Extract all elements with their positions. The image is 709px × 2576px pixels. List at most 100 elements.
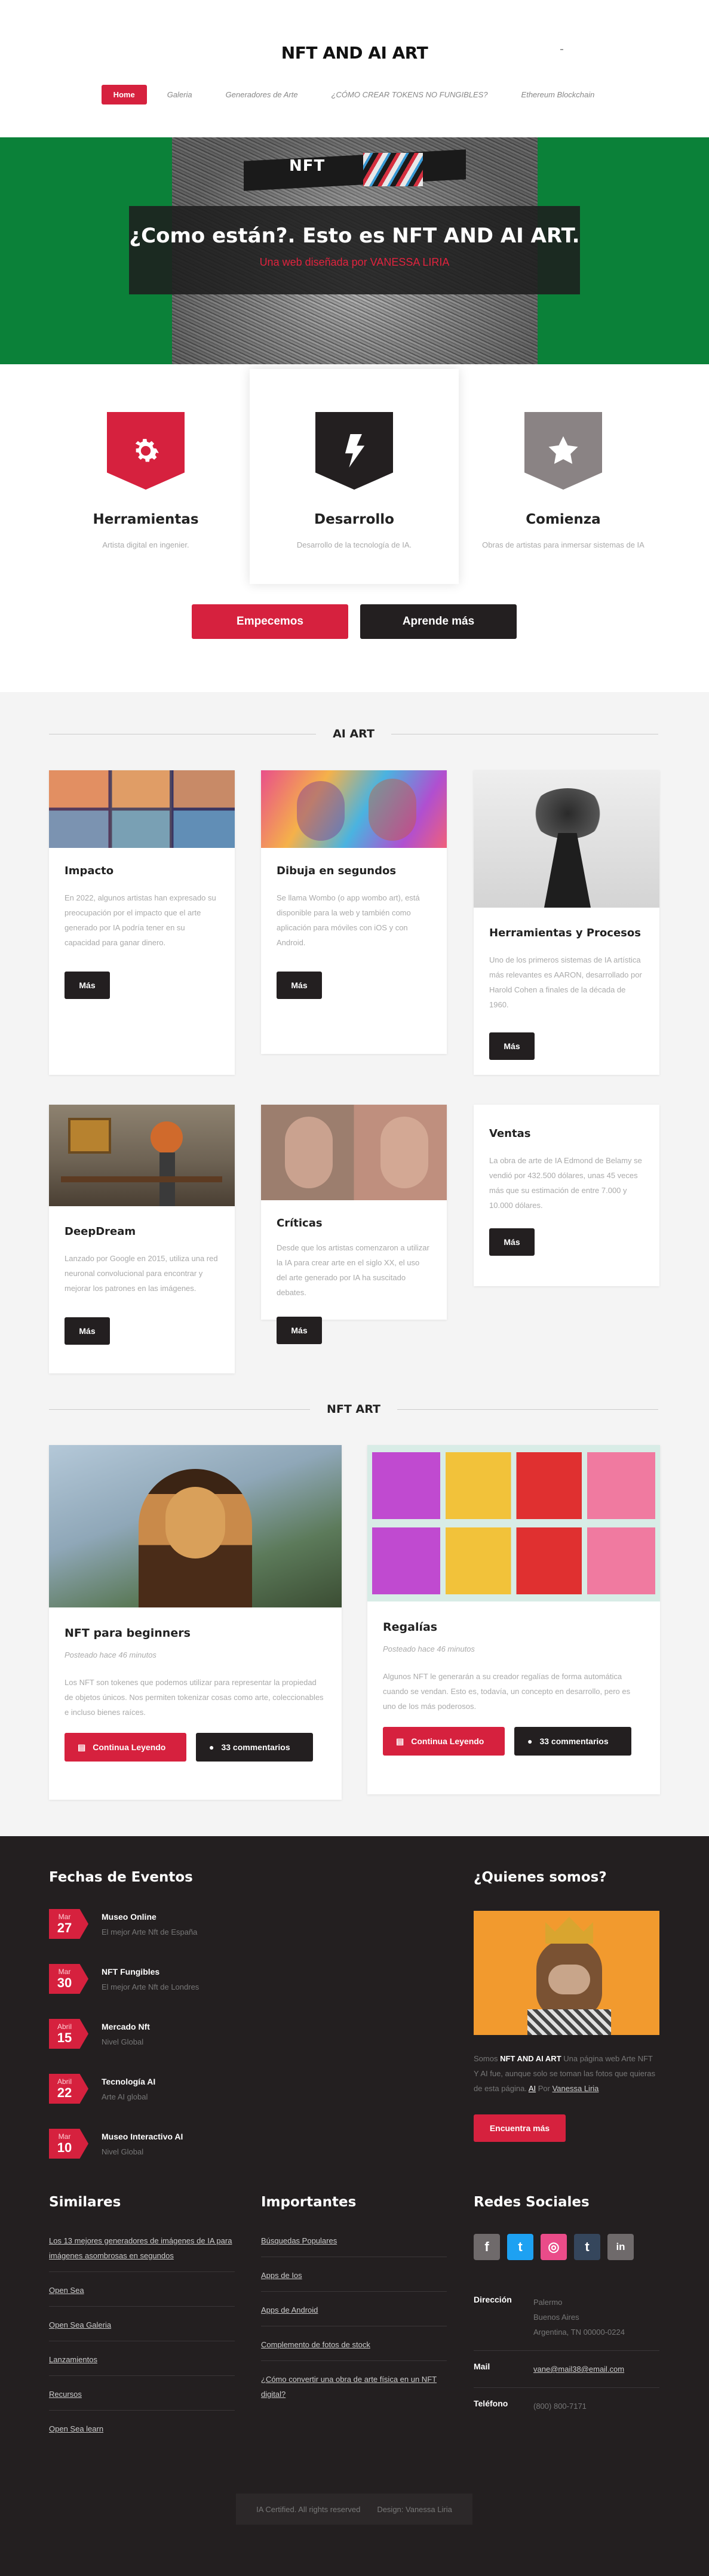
event-subtitle: Nivel Global [102, 2037, 144, 2046]
event-subtitle: Nivel Global [102, 2147, 144, 2156]
divider [49, 1409, 311, 1410]
similar-link[interactable]: Open Sea learn [49, 2421, 235, 2445]
card-title: DeepDream [65, 1225, 136, 1238]
contact-label: Dirección [474, 2295, 512, 2304]
document-icon: ▤ [78, 1742, 86, 1752]
event-title: NFT Fungibles [102, 1966, 160, 1976]
event-subtitle: El mejor Arte Nft de España [102, 1927, 198, 1936]
event-item[interactable]: Mar 10 Museo Interactivo AI Nivel Global [49, 2129, 199, 2159]
similar-link[interactable]: Lanzamientos [49, 2352, 235, 2376]
linkedin-icon[interactable]: in [607, 2234, 634, 2260]
find-more-button[interactable]: Encuentra más [474, 2114, 566, 2142]
similar-link[interactable]: Recursos [49, 2387, 235, 2411]
important-link[interactable]: Complemento de fotos de stock [261, 2337, 447, 2361]
comments-label: 33 commentarios [539, 1736, 609, 1746]
similar-link[interactable]: Open Sea Galeria [49, 2317, 235, 2341]
card-deepdream: DeepDream Lanzado por Google en 2015, ut… [49, 1105, 235, 1373]
nav-generadores[interactable]: Generadores de Arte [213, 85, 311, 104]
event-item[interactable]: Mar 27 Museo Online El mejor Arte Nft de E… [49, 1909, 199, 1939]
event-title: Tecnología AI [102, 2076, 156, 2086]
feature-title: Comienza [526, 512, 601, 527]
event-month: Abril [57, 2022, 72, 2031]
important-link[interactable]: Apps de Ios [261, 2268, 447, 2292]
event-month: Mar [58, 1913, 71, 1921]
event-month: Mar [58, 2132, 71, 2141]
feature-desarrollo: Desarrollo Desarrollo de la tecnología d… [250, 369, 459, 584]
event-item[interactable]: Abril 22 Tecnología AI Arte AI global [49, 2074, 199, 2104]
about-ai-link[interactable]: AI [529, 2084, 536, 2093]
more-button[interactable]: Más [65, 972, 110, 999]
dribbble-icon[interactable]: ◎ [541, 2234, 567, 2260]
social-heading: Redes Sociales [474, 2194, 590, 2210]
card-text: Uno de los primeros sistemas de IA artís… [489, 955, 642, 1009]
card-title: Dibuja en segundos [277, 865, 397, 877]
event-item[interactable]: Abril 15 Mercado Nft Nivel Global [49, 2019, 199, 2049]
design-credit: Design: Vanessa Liria [377, 2504, 452, 2514]
contact-value: Palermo Buenos Aires Argentina, TN 00000… [533, 2298, 625, 2337]
event-day: 10 [57, 2140, 72, 2155]
continue-reading-button[interactable]: ▤ Continua Leyendo [65, 1733, 186, 1762]
contact-label: Mail [474, 2362, 490, 2371]
important-link[interactable]: ¿Cómo convertir una obra de arte física … [261, 2372, 447, 2410]
nft-art-section-title: NFT ART [49, 1403, 658, 1416]
lightning-icon [315, 412, 393, 490]
comments-label: 33 commentarios [221, 1742, 290, 1752]
more-button[interactable]: Más [489, 1032, 535, 1060]
feature-comienza: Comienza Obras de artistas para inmersar… [459, 369, 668, 584]
more-button[interactable]: Más [489, 1228, 535, 1256]
event-date: Abril 22 [49, 2074, 88, 2104]
post-title[interactable]: NFT para beginners [65, 1627, 326, 1640]
section-heading: NFT ART [327, 1403, 380, 1416]
start-button[interactable]: Empecemos [192, 604, 348, 639]
nav-home[interactable]: Home [101, 85, 147, 104]
ai-art-section-title: AI ART [49, 727, 658, 740]
similar-link[interactable]: Open Sea [49, 2283, 235, 2307]
event-day: 27 [57, 1920, 72, 1935]
copyright-bar: IA Certified. All rights reserved Design… [236, 2494, 472, 2525]
gear-icon [107, 412, 185, 490]
nav-crear-tokens[interactable]: ¿CÓMO CREAR TOKENS NO FUNGIBLES? [318, 85, 501, 104]
tumblr-icon[interactable]: t [574, 2234, 600, 2260]
important-link[interactable]: Apps de Android [261, 2303, 447, 2326]
card-title: Herramientas y Procesos [489, 927, 641, 939]
post-image [49, 1445, 342, 1607]
about-author-link[interactable]: Vanessa Liria [553, 2084, 599, 2093]
card-title: Ventas [489, 1127, 531, 1140]
card-dibuja: Dibuja en segundos Se llama Wombo (o app… [261, 770, 447, 1054]
events-list: Mar 27 Museo Online El mejor Arte Nft de E… [49, 1909, 199, 2159]
similar-link[interactable]: Los 13 mejores generadores de imágenes d… [49, 2233, 235, 2272]
event-day: 22 [57, 2085, 72, 2100]
comments-button[interactable]: ● 33 commentarios [196, 1733, 313, 1762]
about-text: Somos NFT AND AI ART Una página web Arte… [474, 2051, 659, 2096]
feature-title: Desarrollo [314, 512, 394, 527]
copyright-text: IA Certified. All rights reserved [256, 2504, 361, 2514]
main-nav: Home Galeria Generadores de Arte ¿CÓMO C… [0, 85, 709, 104]
about-p1: Somos [474, 2054, 498, 2063]
twitter-icon[interactable]: t [507, 2234, 533, 2260]
events-heading: Fechas de Eventos [49, 1870, 193, 1885]
comments-button[interactable]: ● 33 commentarios [514, 1727, 631, 1756]
facebook-icon[interactable]: f [474, 2234, 500, 2260]
document-icon: ▤ [396, 1736, 404, 1746]
nav-ethereum[interactable]: Ethereum Blockchain [508, 85, 608, 104]
event-day: 15 [57, 2030, 72, 2045]
continue-reading-button[interactable]: ▤ Continua Leyendo [383, 1727, 505, 1756]
card-impacto: Impacto En 2022, algunos artistas han ex… [49, 770, 235, 1075]
feature-text: Artista digital en ingenier. [102, 540, 189, 549]
nav-galeria[interactable]: Galeria [154, 85, 205, 104]
contact-email[interactable]: vane@mail38@email.com [533, 2362, 624, 2377]
more-button[interactable]: Más [277, 972, 322, 999]
important-link[interactable]: Búsquedas Populares [261, 2233, 447, 2257]
more-button[interactable]: Más [277, 1317, 322, 1344]
learn-more-button[interactable]: Aprende más [360, 604, 517, 639]
card-text: Desde que los artistas comenzaron a util… [277, 1243, 429, 1297]
contact-row: Dirección Palermo Buenos Aires Argentina… [474, 2295, 659, 2351]
event-item[interactable]: Mar 30 NFT Fungibles El mejor Arte Nft de … [49, 1964, 199, 1994]
card-title: Críticas [277, 1217, 323, 1229]
social-icons: f t ◎ t in [474, 2234, 634, 2260]
card-image [474, 770, 659, 908]
post-title[interactable]: Regalías [383, 1621, 644, 1634]
site-title[interactable]: NFT AND AI ART [0, 43, 709, 63]
continue-label: Continua Leyendo [411, 1736, 484, 1746]
more-button[interactable]: Más [65, 1317, 110, 1345]
